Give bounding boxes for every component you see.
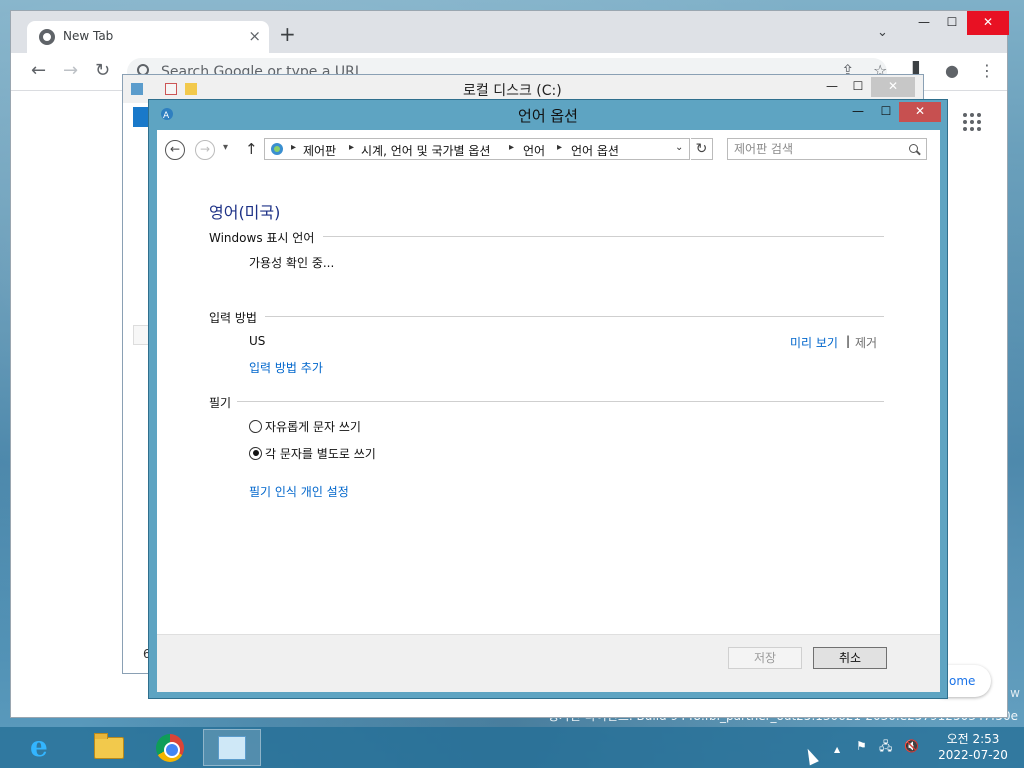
clock-date: 2022-07-20: [938, 748, 1008, 762]
breadcrumb-language-options[interactable]: 언어 옵션: [571, 142, 619, 159]
dialog-footer: 저장 취소: [157, 634, 940, 692]
back-button[interactable]: ←: [165, 140, 185, 160]
properties-icon[interactable]: [165, 83, 177, 95]
dialog-minimize-button[interactable]: —: [845, 102, 871, 122]
explorer-close-button[interactable]: ✕: [871, 77, 915, 97]
radio-button-selected[interactable]: [249, 446, 262, 460]
breadcrumb-control-panel[interactable]: 제어판: [303, 142, 336, 159]
tab-search-icon[interactable]: ⌄: [877, 25, 888, 40]
availability-status: 가용성 확인 중...: [249, 256, 335, 270]
link-separator: |: [846, 334, 851, 348]
radio-label: 각 문자를 별도로 쓰기: [265, 446, 376, 461]
profile-avatar-icon[interactable]: ●: [945, 62, 959, 80]
network-icon[interactable]: 🖧: [879, 739, 892, 753]
explorer-minimize-button[interactable]: —: [819, 77, 845, 97]
chrome-menu-icon[interactable]: ⋮: [979, 62, 995, 80]
clock-time: 오전 2:53: [946, 732, 1000, 746]
breadcrumb-language[interactable]: 언어: [523, 142, 545, 159]
volume-muted-icon[interactable]: 🔇: [904, 739, 919, 753]
explorer-title: 로컬 디스크 (C:): [463, 83, 562, 99]
up-level-icon[interactable]: ↑: [245, 140, 258, 158]
refresh-button[interactable]: ↻: [691, 138, 713, 160]
radio-label: 자유롭게 문자 쓰기: [265, 419, 361, 434]
control-panel-search[interactable]: [727, 138, 927, 160]
chrome-icon: [156, 734, 184, 762]
tab-close-icon[interactable]: ×: [248, 27, 261, 45]
address-row: ← → ▾ ↑ ▸ 제어판 ▸ 시계, 언어 및 국가별 옵션 ▸ 언어 ▸ 언…: [157, 130, 940, 170]
chrome-tab-strip: New Tab × + ⌄ — ☐ ✕: [11, 11, 1009, 53]
breadcrumb-separator-icon[interactable]: ▸: [557, 142, 562, 153]
language-options-window: A 언어 옵션 — ☐ ✕ ← → ▾ ↑ ▸ 제어판 ▸ 시계, 언어 및 국…: [148, 99, 948, 699]
taskbar-internet-explorer[interactable]: e: [16, 729, 74, 766]
preview-link[interactable]: 미리 보기: [790, 334, 838, 351]
folder-icon: [94, 733, 124, 759]
separate-characters-option[interactable]: 각 문자를 별도로 쓰기: [249, 445, 376, 461]
taskbar: e ▲ ⚑ 🖧 🔇 오전 2:53 2022-07-20: [0, 727, 1024, 768]
taskbar-file-explorer[interactable]: [80, 729, 138, 766]
language-heading: 영어(미국): [209, 203, 281, 222]
recent-locations-icon[interactable]: ▾: [223, 142, 228, 153]
tab-title: New Tab: [63, 29, 114, 43]
search-icon[interactable]: [909, 144, 918, 153]
control-panel-icon: [218, 736, 246, 760]
action-center-flag-icon[interactable]: ⚑: [856, 739, 867, 753]
dialog-maximize-button[interactable]: ☐: [873, 102, 899, 122]
cancel-button[interactable]: 취소: [813, 647, 887, 669]
handwriting-section-title: 필기: [209, 396, 232, 410]
chrome-favicon-icon: [39, 29, 55, 45]
section-divider: [323, 236, 884, 237]
google-apps-icon[interactable]: [963, 113, 981, 131]
search-input[interactable]: [734, 141, 894, 157]
forward-icon[interactable]: →: [63, 61, 78, 81]
dialog-content: ← → ▾ ↑ ▸ 제어판 ▸ 시계, 언어 및 국가별 옵션 ▸ 언어 ▸ 언…: [157, 130, 940, 692]
chrome-close-button[interactable]: ✕: [967, 11, 1009, 35]
display-language-section-title: Windows 표시 언어: [209, 231, 315, 245]
taskbar-control-panel[interactable]: [203, 729, 261, 766]
address-dropdown-icon[interactable]: ⌄: [675, 142, 683, 153]
remove-link[interactable]: 제거: [855, 334, 877, 351]
dialog-titlebar: A 언어 옵션 — ☐ ✕: [149, 100, 947, 128]
breadcrumb-clock-region[interactable]: 시계, 언어 및 국가별 옵션: [361, 142, 490, 159]
control-panel-icon: [271, 143, 283, 155]
explorer-maximize-button[interactable]: ☐: [845, 77, 871, 97]
add-input-method-link[interactable]: 입력 방법 추가: [249, 359, 323, 376]
chrome-maximize-button[interactable]: ☐: [939, 11, 965, 35]
taskbar-clock[interactable]: 오전 2:53 2022-07-20: [930, 731, 1016, 763]
input-method-section-title: 입력 방법: [209, 311, 257, 325]
chrome-minimize-button[interactable]: —: [911, 11, 937, 35]
breadcrumb-separator-icon[interactable]: ▸: [291, 142, 296, 153]
dialog-title: 언어 옵션: [518, 107, 578, 125]
new-folder-icon[interactable]: [185, 83, 197, 95]
breadcrumb-separator-icon[interactable]: ▸: [509, 142, 514, 153]
explorer-system-icon[interactable]: [131, 83, 143, 95]
chrome-tab-new-tab[interactable]: New Tab ×: [27, 21, 269, 53]
address-bar[interactable]: ▸ 제어판 ▸ 시계, 언어 및 국가별 옵션 ▸ 언어 ▸ 언어 옵션 ⌄: [264, 138, 690, 160]
radio-button[interactable]: [249, 419, 262, 433]
new-tab-button[interactable]: +: [279, 23, 296, 45]
reload-icon[interactable]: ↻: [95, 61, 110, 81]
freeform-handwriting-option[interactable]: 자유롭게 문자 쓰기: [249, 418, 361, 434]
personalize-handwriting-link[interactable]: 필기 인식 개인 설정: [249, 483, 349, 500]
section-divider: [237, 401, 884, 402]
dialog-close-button[interactable]: ✕: [899, 102, 941, 122]
section-divider: [265, 316, 884, 317]
ie-icon: e: [30, 730, 48, 763]
taskbar-chrome[interactable]: [141, 729, 199, 766]
back-icon[interactable]: ←: [31, 61, 46, 81]
show-hidden-icons[interactable]: ▲: [834, 743, 840, 757]
desktop-edge-text: w: [1010, 686, 1020, 700]
save-button[interactable]: 저장: [728, 647, 802, 669]
input-method-name: US: [249, 334, 266, 348]
forward-button[interactable]: →: [195, 140, 215, 160]
breadcrumb-separator-icon[interactable]: ▸: [349, 142, 354, 153]
